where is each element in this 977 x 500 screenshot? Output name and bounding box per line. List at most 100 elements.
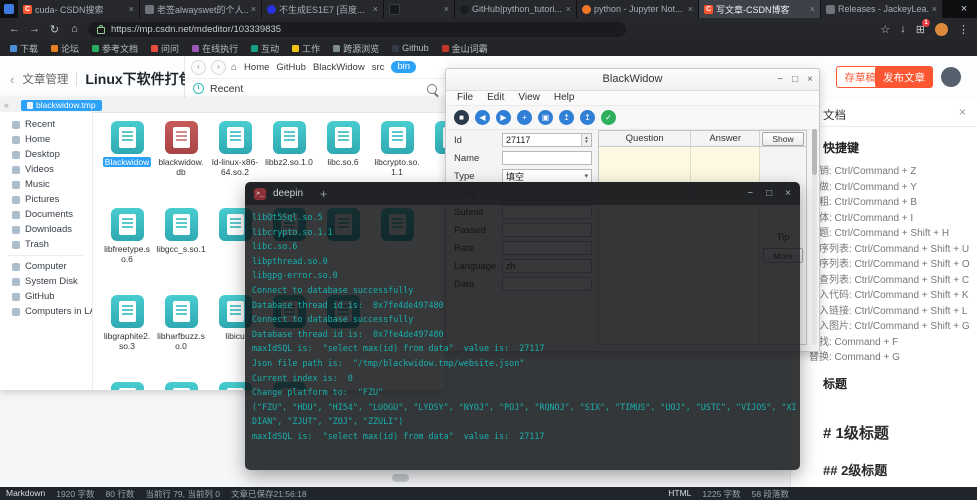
- add-button-icon[interactable]: +: [517, 110, 532, 125]
- publish-button[interactable]: 发布文章: [875, 66, 933, 88]
- tab-close-icon[interactable]: ×: [251, 4, 256, 14]
- sidebar-item-music[interactable]: Music: [0, 177, 92, 192]
- breadcrumb-item[interactable]: Home: [244, 62, 269, 73]
- article-manage-link[interactable]: 文章管理: [22, 71, 68, 87]
- tab-close-icon[interactable]: ×: [810, 4, 815, 14]
- sidebar-item-home[interactable]: Home: [0, 132, 92, 147]
- browser-tab[interactable]: C写文章-CSDN博客×: [699, 0, 821, 18]
- file-item[interactable]: libgcc_s.so.1: [154, 205, 208, 292]
- forward-icon[interactable]: →: [28, 23, 41, 35]
- home-icon[interactable]: ⌂: [68, 23, 81, 35]
- browser-tab[interactable]: 老签alwayswet的个人...×: [140, 0, 262, 18]
- extensions-icon[interactable]: ⊞1: [916, 23, 925, 36]
- tab-close-icon[interactable]: ×: [444, 4, 449, 14]
- close-icon[interactable]: ×: [807, 69, 813, 90]
- spinner-icon[interactable]: ▲▼: [581, 134, 591, 146]
- bookmark-item[interactable]: 跨源浏览: [333, 42, 379, 55]
- refresh-icon[interactable]: ↻: [48, 23, 61, 36]
- sidebar-item-downloads[interactable]: Downloads: [0, 222, 92, 237]
- next-button-icon[interactable]: ▶: [496, 110, 511, 125]
- prev-button-icon[interactable]: ◀: [475, 110, 490, 125]
- move-up-button-icon[interactable]: ↥: [559, 110, 574, 125]
- tab-close-icon[interactable]: ×: [129, 4, 134, 14]
- sidebar-item-pictures[interactable]: Pictures: [0, 192, 92, 207]
- sidebar-item-trash[interactable]: Trash: [0, 237, 92, 252]
- blackwidow-scrollbar[interactable]: [812, 129, 817, 345]
- tab-close-icon[interactable]: ×: [688, 4, 693, 14]
- bookmark-item[interactable]: Github: [392, 43, 429, 53]
- terminal-content[interactable]: libQt5Sql.so.5libcrypto.so.1.1libc.so.6l…: [245, 205, 800, 470]
- fm-view-label[interactable]: Recent: [210, 83, 243, 95]
- browser-tab[interactable]: Ccuda- CSDN搜索×: [18, 0, 140, 18]
- minimize-icon[interactable]: −: [747, 188, 753, 199]
- fm-forward-button[interactable]: ›: [211, 60, 226, 75]
- file-item[interactable]: [100, 379, 154, 390]
- tab-scroll-left-icon[interactable]: «: [4, 100, 9, 110]
- sidebar-item-recent[interactable]: Recent: [0, 117, 92, 132]
- tab-close-icon[interactable]: ×: [566, 4, 571, 14]
- fm-active-tab[interactable]: blackwidow.tmp: [21, 100, 102, 111]
- browser-tab[interactable]: 不生成ES1E7 [百度...×: [262, 0, 384, 18]
- download-icon[interactable]: ↓: [900, 23, 906, 35]
- bookmark-item[interactable]: 互动: [251, 42, 279, 55]
- terminal-titlebar[interactable]: >_ deepin + − □ ×: [245, 182, 800, 205]
- breadcrumb-item[interactable]: GitHub: [276, 62, 306, 73]
- profile-avatar[interactable]: [935, 23, 948, 36]
- back-icon[interactable]: ←: [8, 23, 21, 35]
- file-item[interactable]: libgraphite2.so.3: [100, 292, 154, 379]
- browser-tab[interactable]: GitHub|python_tutori...×: [455, 0, 577, 18]
- confirm-button-icon[interactable]: ✓: [601, 110, 616, 125]
- upload-button-icon[interactable]: ↥: [580, 110, 595, 125]
- file-item[interactable]: libfreetype.so.6: [100, 205, 154, 292]
- user-avatar[interactable]: [941, 67, 961, 87]
- bookmark-item[interactable]: 在线执行: [192, 42, 238, 55]
- sidebar-item-documents[interactable]: Documents: [0, 207, 92, 222]
- bookmark-item[interactable]: 论坛: [51, 42, 79, 55]
- bookmark-star-icon[interactable]: ☆: [880, 23, 890, 36]
- file-item[interactable]: libharfbuzz.so.0: [154, 292, 208, 379]
- sidebar-item-github[interactable]: GitHub: [0, 289, 92, 304]
- sidebar-item-computers-in-lan[interactable]: Computers in LAN: [0, 304, 92, 319]
- stop-button-icon[interactable]: ■: [454, 110, 469, 125]
- close-icon[interactable]: ×: [785, 188, 791, 199]
- url-bar[interactable]: https://mp.csdn.net/mdeditor/103339835: [88, 22, 626, 37]
- field-input-type[interactable]: 填空▾: [502, 169, 592, 183]
- sidebar-item-computer[interactable]: Computer: [0, 259, 92, 274]
- back-chevron-icon[interactable]: ‹: [10, 72, 14, 87]
- bookmark-item[interactable]: 问问: [151, 42, 179, 55]
- breadcrumb-item[interactable]: BlackWidow: [313, 62, 365, 73]
- field-input-name[interactable]: [502, 151, 592, 165]
- browser-tab[interactable]: python - Jupyter Not...×: [577, 0, 699, 18]
- scrollbar-thumb[interactable]: [392, 474, 409, 482]
- file-item[interactable]: Blackwidow: [100, 118, 154, 205]
- tab-close-icon[interactable]: ×: [932, 4, 937, 14]
- breadcrumb-item[interactable]: src: [372, 62, 385, 73]
- maximize-icon[interactable]: □: [792, 69, 798, 90]
- terminal-new-tab-icon[interactable]: +: [320, 187, 327, 201]
- sidebar-item-desktop[interactable]: Desktop: [0, 147, 92, 162]
- bookmark-item[interactable]: 工作: [292, 42, 320, 55]
- field-input-id[interactable]: 27117▲▼: [502, 133, 592, 147]
- browser-tab[interactable]: Releases - JackeyLea...×: [821, 0, 943, 18]
- file-item[interactable]: blackwidow.db: [154, 118, 208, 205]
- fm-back-button[interactable]: ‹: [191, 60, 206, 75]
- delete-button-icon[interactable]: ▣: [538, 110, 553, 125]
- minimize-icon[interactable]: −: [777, 69, 783, 90]
- browser-tab[interactable]: ×: [384, 0, 455, 18]
- show-button[interactable]: Show: [762, 132, 804, 146]
- menu-help[interactable]: Help: [547, 91, 582, 105]
- maximize-icon[interactable]: □: [766, 188, 772, 199]
- tab-close-icon[interactable]: ×: [373, 4, 378, 14]
- sidebar-item-videos[interactable]: Videos: [0, 162, 92, 177]
- menu-file[interactable]: File: [450, 91, 480, 105]
- menu-kebab-icon[interactable]: ⋮: [958, 23, 969, 36]
- breadcrumb-item[interactable]: bin: [391, 61, 416, 73]
- menu-view[interactable]: View: [511, 91, 547, 105]
- browser-window-close-icon[interactable]: ×: [951, 0, 977, 18]
- bookmark-item[interactable]: 参考文档: [92, 42, 138, 55]
- help-panel-close-icon[interactable]: ×: [959, 105, 966, 119]
- search-icon[interactable]: [427, 84, 437, 94]
- blackwidow-titlebar[interactable]: BlackWidow − □ ×: [446, 69, 819, 91]
- sidebar-item-system-disk[interactable]: System Disk: [0, 274, 92, 289]
- menu-edit[interactable]: Edit: [480, 91, 511, 105]
